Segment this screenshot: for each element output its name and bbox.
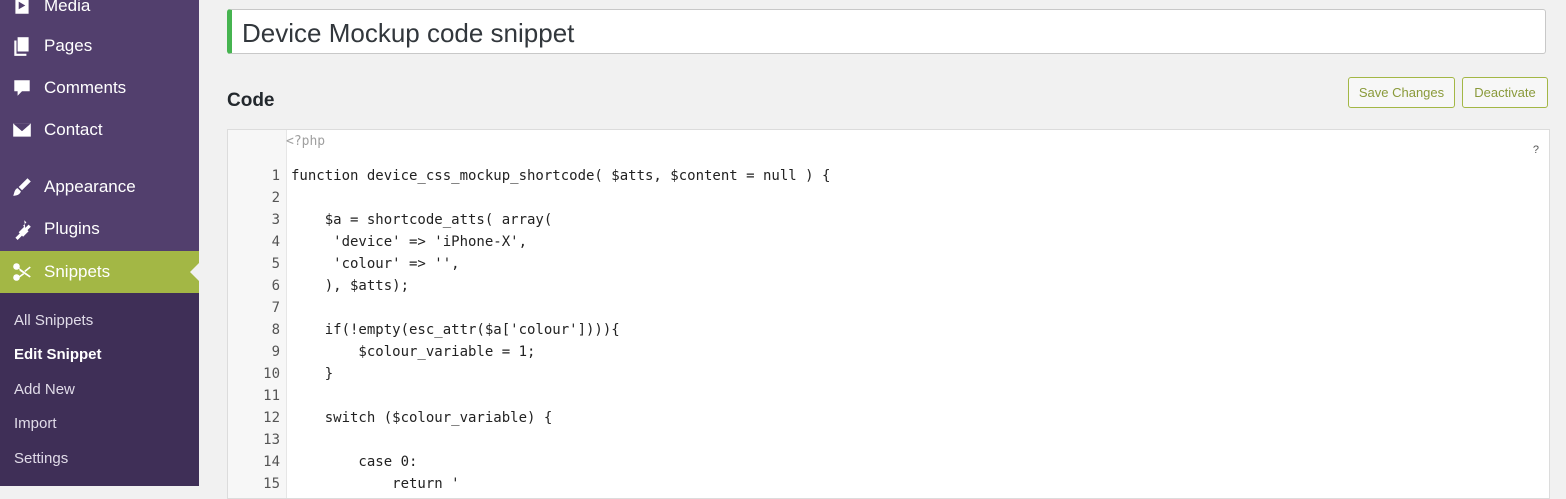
snippet-title-input[interactable]: Device Mockup code snippet: [227, 9, 1546, 54]
line-code: if(!empty(esc_attr($a['colour']))){: [291, 322, 620, 338]
sidebar-item-appearance[interactable]: Appearance: [0, 167, 199, 207]
line-number: 15: [263, 476, 280, 492]
sidebar-item-comments[interactable]: Comments: [0, 68, 199, 108]
line-code: $colour_variable = 1;: [291, 344, 536, 360]
line-number: 4: [271, 234, 280, 250]
line-number: 14: [263, 454, 280, 470]
line-number: 9: [271, 344, 280, 360]
comments-icon: [10, 76, 34, 100]
scissors-icon: [10, 260, 34, 284]
code-line: 9 $colour_variable = 1;: [228, 341, 1528, 363]
code-line: 6 ), $atts);: [228, 275, 1528, 297]
code-line: 8 if(!empty(esc_attr($a['colour']))){: [228, 319, 1528, 341]
line-code: function device_css_mockup_shortcode( $a…: [291, 168, 831, 184]
admin-sidebar: Media Pages Comments Contact Appearance …: [0, 0, 199, 486]
sidebar-item-pages[interactable]: Pages: [0, 26, 199, 66]
line-code: 'colour' => '',: [291, 256, 460, 272]
sidebar-item-label: Comments: [44, 78, 127, 97]
line-code: 'device' => 'iPhone-X',: [291, 234, 528, 250]
sidebar-item-snippets[interactable]: Snippets: [0, 251, 199, 293]
line-code: case 0:: [291, 454, 418, 470]
save-changes-button[interactable]: Save Changes: [1348, 77, 1455, 108]
code-line: 4 'device' => 'iPhone-X',: [228, 231, 1528, 253]
php-open-tag: <?php: [286, 134, 326, 149]
line-number: 11: [263, 388, 280, 404]
pages-icon: [10, 34, 34, 58]
line-number: 3: [271, 212, 280, 228]
snippets-submenu: All Snippets Edit Snippet Add New Import…: [0, 293, 199, 486]
active-indicator: [190, 263, 199, 281]
code-line: 12 switch ($colour_variable) {: [228, 407, 1528, 429]
code-line: 11: [228, 385, 1528, 407]
sidebar-item-media[interactable]: Media: [0, 0, 199, 26]
submenu-all-snippets[interactable]: All Snippets: [14, 312, 93, 329]
submenu-edit-snippet[interactable]: Edit Snippet: [14, 346, 102, 363]
sidebar-item-contact[interactable]: Contact: [0, 110, 199, 150]
submenu-settings[interactable]: Settings: [14, 450, 68, 467]
line-number: 13: [263, 432, 280, 448]
line-number: 1: [271, 168, 280, 184]
line-code: }: [291, 366, 334, 382]
code-line: 2: [228, 187, 1528, 209]
paintbrush-icon: [10, 175, 34, 199]
code-line: 1 function device_css_mockup_shortcode( $…: [228, 165, 1528, 187]
sidebar-item-label: Snippets: [44, 262, 111, 281]
line-number: 8: [271, 322, 280, 338]
submenu-add-new[interactable]: Add New: [14, 381, 75, 398]
line-code: ), $atts);: [291, 278, 410, 294]
line-number: 12: [263, 410, 280, 426]
line-code: return ': [291, 476, 460, 492]
plugin-icon: [10, 217, 34, 241]
sidebar-item-label: Contact: [44, 120, 103, 139]
code-line: 15 return ': [228, 473, 1528, 495]
snippet-title-value: Device Mockup code snippet: [242, 18, 575, 48]
code-section-title: Code: [227, 90, 275, 111]
deactivate-button[interactable]: Deactivate: [1462, 77, 1548, 108]
code-line: 14 case 0:: [228, 451, 1528, 473]
line-code: switch ($colour_variable) {: [291, 410, 553, 426]
line-code: $a = shortcode_atts( array(: [291, 212, 553, 228]
editor-help-link[interactable]: ?: [1533, 144, 1539, 156]
line-number: 6: [271, 278, 280, 294]
media-icon: [10, 0, 34, 18]
sidebar-item-label: Media: [44, 0, 91, 15]
line-number: 7: [271, 300, 280, 316]
code-line: 10 }: [228, 363, 1528, 385]
code-line: 5 'colour' => '',: [228, 253, 1528, 275]
line-number: 5: [271, 256, 280, 272]
code-line: 7: [228, 297, 1528, 319]
submenu-import[interactable]: Import: [14, 415, 57, 432]
sidebar-item-label: Appearance: [44, 177, 136, 196]
mail-icon: [10, 118, 34, 142]
code-editor[interactable]: <?php ? 1 function device_css_mockup_shor…: [227, 129, 1550, 499]
sidebar-item-plugins[interactable]: Plugins: [0, 209, 199, 249]
line-number: 2: [271, 190, 280, 206]
line-number: 10: [263, 366, 280, 382]
code-line: 3 $a = shortcode_atts( array(: [228, 209, 1528, 231]
code-line: 13: [228, 429, 1528, 451]
sidebar-item-label: Plugins: [44, 219, 100, 238]
sidebar-item-label: Pages: [44, 36, 93, 55]
